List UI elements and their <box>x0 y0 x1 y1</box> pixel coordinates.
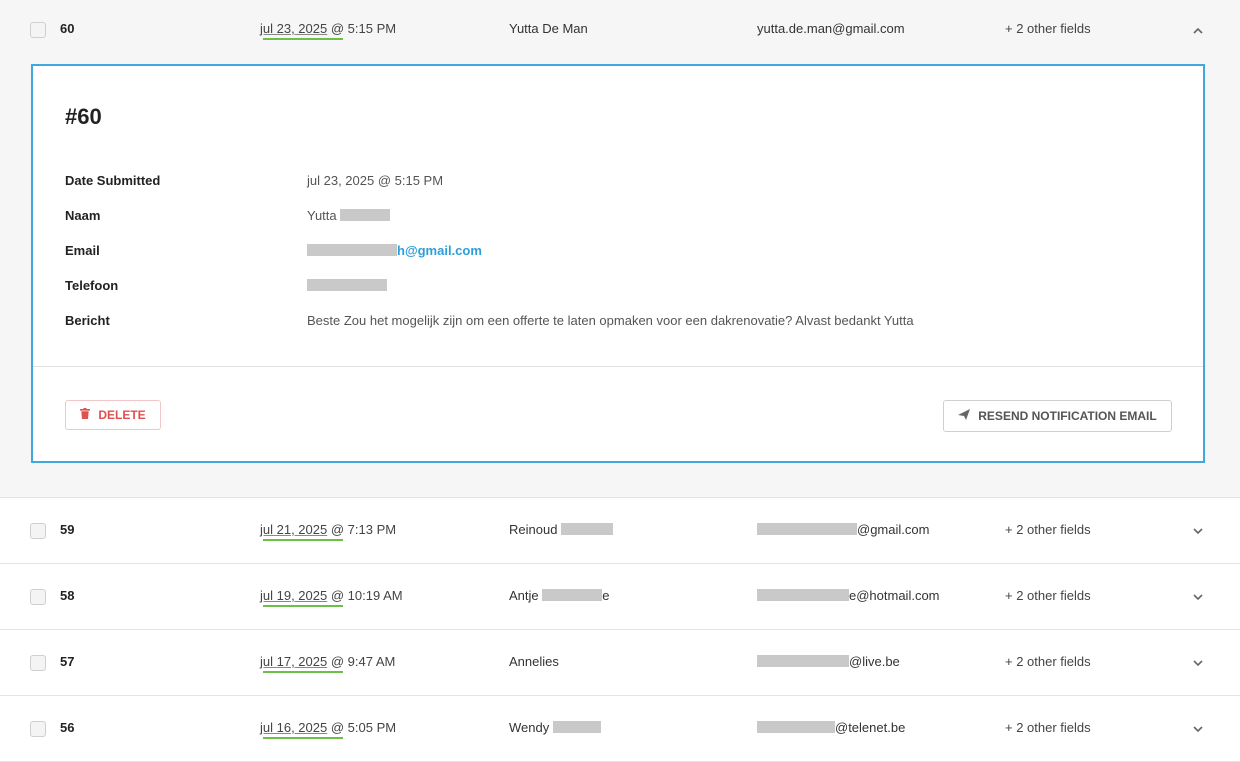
entry-date-time: @ 9:47 AM <box>327 654 396 669</box>
email-value-text[interactable]: h@gmail.com <box>397 243 482 258</box>
delete-button[interactable]: DELETE <box>65 400 161 430</box>
entry-id: 59 <box>60 522 75 537</box>
entry-other-fields: + 2 other fields <box>1005 720 1091 735</box>
entry-email-text: e@hotmail.com <box>849 588 940 603</box>
entry-name: Wendy <box>509 720 601 735</box>
entry-email: @live.be <box>757 654 900 669</box>
field-label-bericht: Bericht <box>65 313 110 328</box>
entry-other-fields: + 2 other fields <box>1005 21 1091 36</box>
entry-row[interactable]: 59 jul 21, 2025 @ 7:13 PM Reinoud @gmail… <box>0 498 1240 564</box>
entry-date-time: @ 10:19 AM <box>327 588 403 603</box>
entry-name-text: Reinoud <box>509 522 558 537</box>
resend-button-label: RESEND NOTIFICATION EMAIL <box>978 409 1157 423</box>
entry-date: jul 23, 2025 @ 5:15 PM <box>260 21 397 40</box>
field-label-email: Email <box>65 243 100 258</box>
redaction-block <box>757 589 849 601</box>
redaction-block <box>561 523 614 535</box>
entry-date: jul 21, 2025 @ 7:13 PM <box>260 522 397 541</box>
field-value-telefoon <box>307 278 387 293</box>
entry-date: jul 19, 2025 @ 10:19 AM <box>260 588 403 607</box>
entry-date-day: jul 17, 2025 <box>260 654 328 669</box>
entry-email: e@hotmail.com <box>757 588 940 603</box>
field-label-naam: Naam <box>65 208 101 223</box>
entry-date-time: @ 5:05 PM <box>327 720 397 735</box>
redaction-block <box>542 589 603 601</box>
field-label-telefoon: Telefoon <box>65 278 119 293</box>
row-checkbox[interactable] <box>30 22 46 38</box>
chevron-down-icon[interactable] <box>1192 525 1204 537</box>
redaction-block <box>757 523 857 535</box>
entry-email: @gmail.com <box>757 522 929 537</box>
row-checkbox[interactable] <box>30 523 46 539</box>
entry-id: 56 <box>60 720 75 735</box>
entry-name: Reinoud <box>509 522 614 537</box>
entry-name-suffix: e <box>602 588 610 603</box>
redaction-block <box>757 721 835 733</box>
entry-row[interactable]: 57 jul 17, 2025 @ 9:47 AM Annelies @live… <box>0 630 1240 696</box>
redaction-block <box>552 721 601 733</box>
entry-date-day: jul 19, 2025 <box>260 588 328 603</box>
entry-name-text: Wendy <box>509 720 550 735</box>
chevron-down-icon[interactable] <box>1192 723 1204 735</box>
entry-date-day: jul 23, 2025 <box>260 21 328 36</box>
entry-email-text: @gmail.com <box>857 522 930 537</box>
entry-date-time: @ 7:13 PM <box>327 522 397 537</box>
entries-list: 60 jul 23, 2025 @ 5:15 PM Yutta De Man y… <box>0 0 1240 762</box>
field-label-date-submitted: Date Submitted <box>65 173 161 188</box>
entry-id: 58 <box>60 588 75 603</box>
entry-row-header[interactable]: 60 jul 23, 2025 @ 5:15 PM Yutta De Man y… <box>0 0 1240 60</box>
entry-date: jul 16, 2025 @ 5:05 PM <box>260 720 397 739</box>
date-underline <box>263 38 343 40</box>
entry-email-text: @telenet.be <box>835 720 906 735</box>
date-underline <box>263 671 343 673</box>
redaction-block <box>307 279 387 291</box>
trash-icon <box>80 408 91 422</box>
date-underline <box>263 605 343 607</box>
chevron-down-icon[interactable] <box>1192 591 1204 603</box>
entry-detail-card: #60 Date Submitted jul 23, 2025 @ 5:15 P… <box>31 64 1205 463</box>
entry-date-day: jul 21, 2025 <box>260 522 328 537</box>
field-value-email[interactable]: h@gmail.com <box>307 243 482 258</box>
entry-date-day: jul 16, 2025 <box>260 720 328 735</box>
card-divider <box>33 366 1203 367</box>
entry-other-fields: + 2 other fields <box>1005 654 1091 669</box>
entry-name: Annelies <box>509 654 559 669</box>
entry-other-fields: + 2 other fields <box>1005 588 1091 603</box>
entry-id: 57 <box>60 654 75 669</box>
date-underline <box>263 737 343 739</box>
paper-plane-icon <box>958 409 971 423</box>
entry-row[interactable]: 56 jul 16, 2025 @ 5:05 PM Wendy @telenet… <box>0 696 1240 762</box>
resend-notification-button[interactable]: RESEND NOTIFICATION EMAIL <box>943 400 1172 432</box>
chevron-down-icon[interactable] <box>1192 657 1204 669</box>
entry-row-expanded: 60 jul 23, 2025 @ 5:15 PM Yutta De Man y… <box>0 0 1240 498</box>
redaction-block <box>307 244 397 256</box>
entry-email-text: @live.be <box>849 654 900 669</box>
entry-row[interactable]: 58 jul 19, 2025 @ 10:19 AM Antje e e@hot… <box>0 564 1240 630</box>
entry-date: jul 17, 2025 @ 9:47 AM <box>260 654 396 673</box>
delete-button-label: DELETE <box>98 408 146 422</box>
entry-email: yutta.de.man@gmail.com <box>757 21 905 36</box>
redaction-block <box>340 209 391 221</box>
date-underline <box>263 539 343 541</box>
row-checkbox[interactable] <box>30 655 46 671</box>
entry-name: Yutta De Man <box>509 21 588 36</box>
chevron-up-icon[interactable] <box>1192 25 1204 37</box>
field-value-date-submitted: jul 23, 2025 @ 5:15 PM <box>307 173 444 188</box>
row-checkbox[interactable] <box>30 721 46 737</box>
entry-other-fields: + 2 other fields <box>1005 522 1091 537</box>
entry-name: Antje e <box>509 588 610 603</box>
entry-name-text: Antje <box>509 588 539 603</box>
entry-detail-title: #60 <box>65 104 102 129</box>
redaction-block <box>757 655 849 667</box>
entry-id: 60 <box>60 21 75 36</box>
field-value-naam: Yutta <box>307 208 391 223</box>
naam-value-text: Yutta <box>307 208 337 223</box>
entry-date-time: @ 5:15 PM <box>327 21 397 36</box>
field-value-bericht: Beste Zou het mogelijk zijn om een offer… <box>307 313 914 328</box>
row-checkbox[interactable] <box>30 589 46 605</box>
entry-email: @telenet.be <box>757 720 905 735</box>
